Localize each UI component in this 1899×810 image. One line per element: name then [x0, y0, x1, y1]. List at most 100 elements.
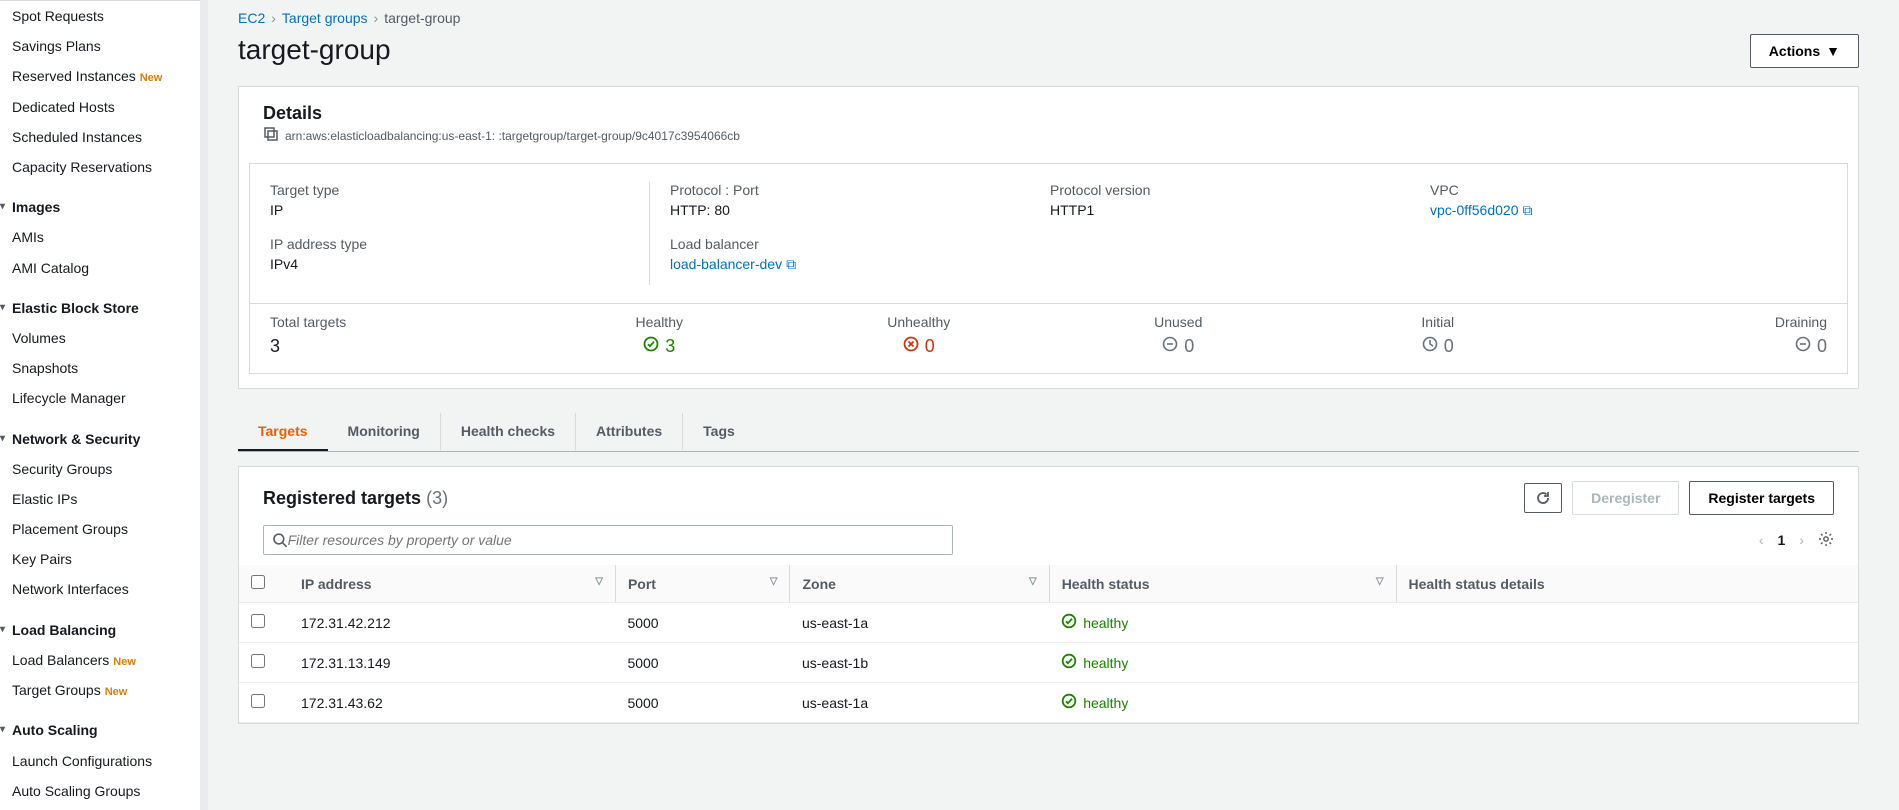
- sidebar-item-key-pairs[interactable]: Key Pairs: [8, 544, 200, 574]
- check-circle-icon: [1061, 693, 1077, 712]
- gray-minus-icon: [1795, 336, 1811, 357]
- stat-draining: Draining0: [1568, 314, 1828, 357]
- search-icon: [272, 532, 288, 548]
- chevron-right-icon: ›: [271, 10, 276, 26]
- deregister-button[interactable]: Deregister: [1572, 481, 1679, 515]
- register-targets-button[interactable]: Register targets: [1689, 481, 1834, 515]
- cell-port: 5000: [615, 683, 790, 723]
- sidebar-item-network-interfaces[interactable]: Network Interfaces: [8, 574, 200, 604]
- stat-total-targets: Total targets3: [270, 314, 530, 357]
- cell-zone: us-east-1a: [790, 603, 1049, 643]
- row-checkbox[interactable]: [251, 654, 265, 668]
- targets-table: IP address▽Port▽Zone▽Health status▽Healt…: [239, 565, 1858, 723]
- col-health-status-details[interactable]: Health status details: [1396, 565, 1858, 603]
- row-checkbox[interactable]: [251, 694, 265, 708]
- sidebar-item-ami-catalog[interactable]: AMI Catalog: [8, 253, 200, 283]
- sidebar-item-auto-scaling-groups[interactable]: Auto Scaling Groups: [8, 776, 200, 806]
- sidebar-item-placement-groups[interactable]: Placement Groups: [8, 514, 200, 544]
- details-title: Details: [263, 103, 1834, 124]
- red-x-icon: [903, 336, 919, 357]
- sort-icon: ▽: [1029, 576, 1037, 587]
- cell-ip: 172.31.43.62: [289, 683, 615, 723]
- tabs: TargetsMonitoringHealth checksAttributes…: [238, 413, 1859, 452]
- table-row[interactable]: 172.31.43.625000us-east-1ahealthy: [239, 683, 1858, 723]
- sort-icon: ▽: [1376, 576, 1384, 587]
- ip-type-label: IP address type: [270, 236, 649, 252]
- sidebar-item-spot-requests[interactable]: Spot Requests: [8, 1, 200, 31]
- sidebar-item-network-security[interactable]: Network & Security: [8, 424, 200, 454]
- copy-icon[interactable]: [263, 126, 279, 145]
- select-all-checkbox[interactable]: [251, 575, 265, 589]
- sidebar-item-capacity-reservations[interactable]: Capacity Reservations: [8, 152, 200, 182]
- tab-attributes[interactable]: Attributes: [576, 413, 683, 451]
- cell-port: 5000: [615, 643, 790, 683]
- ip-type-value: IPv4: [270, 256, 649, 272]
- stat-label: Initial: [1308, 314, 1568, 330]
- stat-label: Unhealthy: [789, 314, 1049, 330]
- sidebar-item-security-groups[interactable]: Security Groups: [8, 454, 200, 484]
- col-port[interactable]: Port▽: [615, 565, 790, 603]
- sidebar-scrollbar[interactable]: [200, 0, 208, 810]
- filter-input-wrap[interactable]: [263, 525, 953, 555]
- filter-input[interactable]: [288, 532, 944, 548]
- sidebar-item-auto-scaling[interactable]: Auto Scaling: [8, 715, 200, 745]
- pager-next[interactable]: ›: [1799, 532, 1804, 548]
- tab-targets[interactable]: Targets: [238, 413, 328, 451]
- table-row[interactable]: 172.31.13.1495000us-east-1bhealthy: [239, 643, 1858, 683]
- stat-label: Unused: [1049, 314, 1309, 330]
- tab-monitoring[interactable]: Monitoring: [328, 413, 441, 451]
- sidebar-item-images[interactable]: Images: [8, 192, 200, 222]
- stat-label: Healthy: [530, 314, 790, 330]
- actions-button[interactable]: Actions ▼: [1750, 34, 1859, 68]
- col-health-status[interactable]: Health status▽: [1049, 565, 1396, 603]
- sidebar-item-scheduled-instances[interactable]: Scheduled Instances: [8, 122, 200, 152]
- sidebar-item-load-balancers[interactable]: Load BalancersNew: [8, 645, 200, 675]
- table-row[interactable]: 172.31.42.2125000us-east-1ahealthy: [239, 603, 1858, 643]
- sidebar-item-load-balancing[interactable]: Load Balancing: [8, 615, 200, 645]
- gear-icon[interactable]: [1818, 531, 1834, 550]
- vpc-link[interactable]: vpc-0ff56d020: [1430, 202, 1518, 218]
- cell-health-details: [1396, 603, 1858, 643]
- tab-tags[interactable]: Tags: [683, 413, 755, 451]
- registered-title: Registered targets: [263, 488, 421, 508]
- tab-health-checks[interactable]: Health checks: [441, 413, 576, 451]
- breadcrumb-target-groups[interactable]: Target groups: [282, 10, 368, 26]
- main-content: EC2 › Target groups › target-group targe…: [208, 0, 1899, 810]
- sidebar-item-volumes[interactable]: Volumes: [8, 323, 200, 353]
- protocol-port-label: Protocol : Port: [670, 182, 1050, 198]
- col-zone[interactable]: Zone▽: [790, 565, 1049, 603]
- sidebar-item-reserved-instances[interactable]: Reserved InstancesNew: [8, 61, 200, 91]
- sidebar-item-savings-plans[interactable]: Savings Plans: [8, 31, 200, 61]
- details-panel: Details arn:aws:elasticloadbalancing:us-…: [238, 86, 1859, 389]
- new-badge: New: [105, 686, 128, 698]
- refresh-button[interactable]: [1524, 483, 1562, 513]
- sidebar-item-elastic-block-store[interactable]: Elastic Block Store: [8, 293, 200, 323]
- sidebar-item-dedicated-hosts[interactable]: Dedicated Hosts: [8, 92, 200, 122]
- breadcrumb-current: target-group: [384, 10, 460, 26]
- breadcrumb-ec2[interactable]: EC2: [238, 10, 265, 26]
- sidebar-item-lifecycle-manager[interactable]: Lifecycle Manager: [8, 383, 200, 413]
- stat-value: 0: [1817, 336, 1827, 357]
- registered-targets-panel: Registered targets (3) Deregister Regist…: [238, 466, 1859, 724]
- sidebar-item-amis[interactable]: AMIs: [8, 222, 200, 252]
- external-link-icon: ⧉: [1522, 202, 1532, 218]
- stat-label: Total targets: [270, 314, 530, 330]
- sidebar-item-snapshots[interactable]: Snapshots: [8, 353, 200, 383]
- chevron-right-icon: ›: [374, 10, 379, 26]
- refresh-icon: [1535, 490, 1551, 506]
- vpc-label: VPC: [1430, 182, 1827, 198]
- sidebar-item-elastic-ips[interactable]: Elastic IPs: [8, 484, 200, 514]
- protocol-version-value: HTTP1: [1050, 202, 1430, 218]
- col-ip-address[interactable]: IP address▽: [289, 565, 615, 603]
- pager-prev[interactable]: ‹: [1759, 532, 1764, 548]
- stat-initial: Initial0: [1308, 314, 1568, 357]
- row-checkbox[interactable]: [251, 614, 265, 628]
- sidebar-item-target-groups[interactable]: Target GroupsNew: [8, 675, 200, 705]
- check-circle-icon: [1061, 613, 1077, 632]
- sidebar-item-launch-configurations[interactable]: Launch Configurations: [8, 746, 200, 776]
- load-balancer-link[interactable]: load-balancer-dev: [670, 256, 782, 272]
- cell-ip: 172.31.13.149: [289, 643, 615, 683]
- cell-health-details: [1396, 683, 1858, 723]
- sort-icon: ▽: [770, 576, 778, 587]
- registered-count: (3): [426, 488, 448, 508]
